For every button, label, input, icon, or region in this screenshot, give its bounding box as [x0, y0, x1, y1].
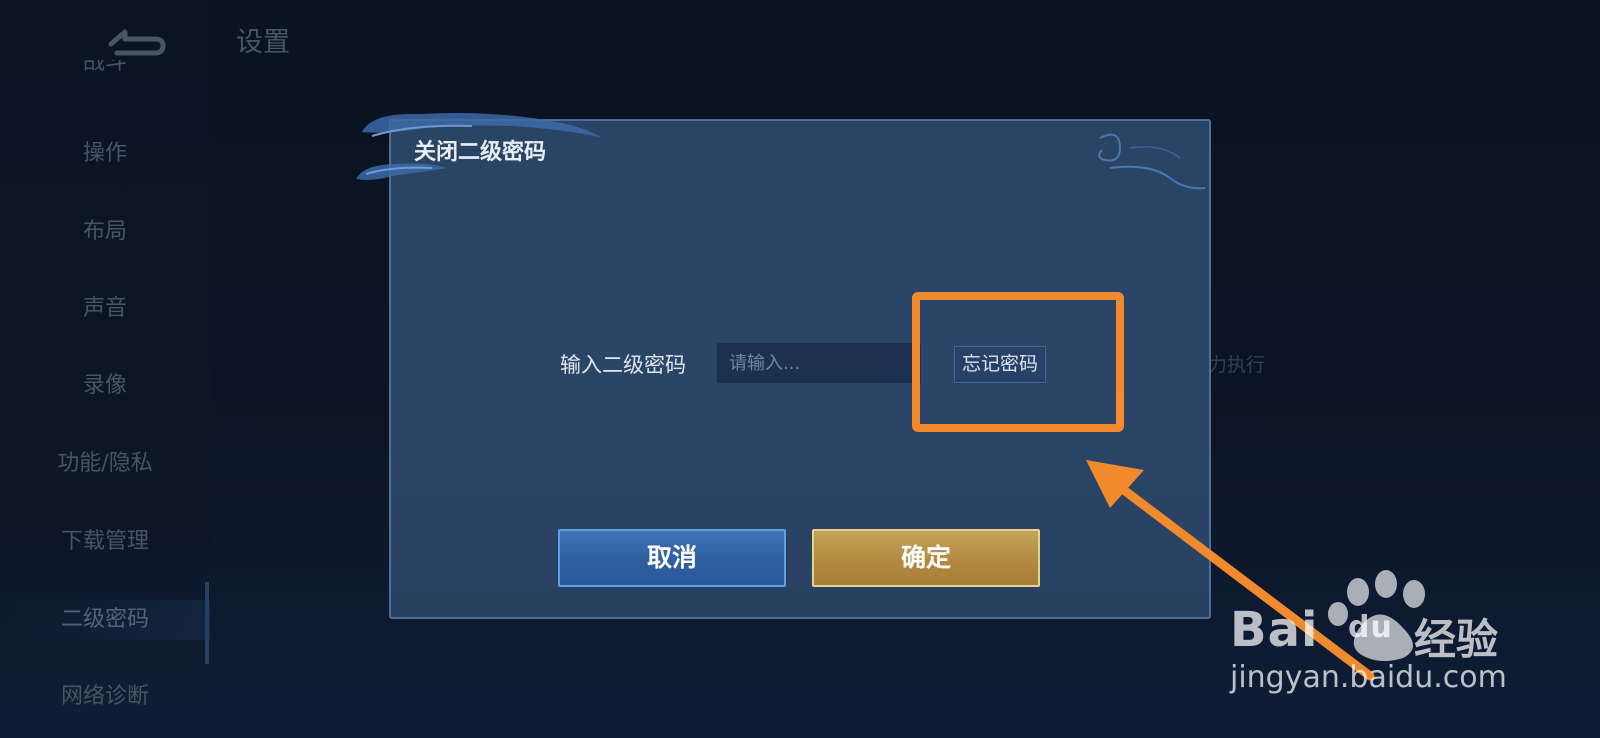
second-password-input[interactable]: [717, 343, 921, 383]
annotation-highlight-box: [912, 292, 1124, 432]
password-label: 输入二级密码: [560, 353, 686, 377]
confirm-button[interactable]: 确定: [812, 529, 1040, 587]
watermark-brand-cn: 经验: [1414, 615, 1499, 664]
confirm-button-label: 确定: [900, 543, 951, 572]
dialog-swirl-ornament: [1098, 133, 1206, 190]
dialog-title: 关闭二级密码: [414, 140, 547, 165]
watermark-brand: Bai du: [1230, 602, 1393, 658]
cancel-button[interactable]: 取消: [558, 529, 786, 587]
cancel-button-label: 取消: [646, 543, 697, 572]
watermark-url: jingyan.baidu.com: [1230, 660, 1507, 695]
